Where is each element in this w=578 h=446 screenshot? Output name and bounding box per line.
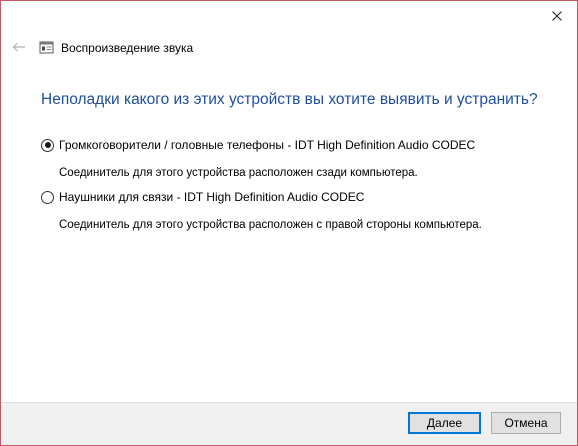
- back-arrow-icon: [12, 39, 26, 57]
- headset-label[interactable]: Наушники для связи - IDT High Definition…: [59, 190, 364, 204]
- header-bar: Воспроизведение звука: [1, 37, 577, 61]
- speakers-description: Соединитель для этого устройства располо…: [59, 167, 418, 179]
- device-option-headset[interactable]: Наушники для связи - IDT High Definition…: [41, 190, 364, 204]
- next-button[interactable]: Далее: [408, 412, 481, 434]
- window-title: Воспроизведение звука: [61, 41, 194, 55]
- question-heading: Неполадки какого из этих устройств вы хо…: [41, 91, 538, 108]
- device-option-speakers[interactable]: Громкоговорители / головные телефоны - I…: [41, 138, 475, 152]
- cancel-button[interactable]: Отмена: [491, 412, 561, 434]
- close-button[interactable]: [543, 5, 571, 29]
- troubleshooter-window: Воспроизведение звука Неполадки какого и…: [0, 0, 578, 446]
- speaker-troubleshooter-icon: [39, 41, 55, 55]
- headset-description: Соединитель для этого устройства располо…: [59, 219, 482, 231]
- back-button[interactable]: [11, 40, 27, 56]
- speakers-label[interactable]: Громкоговорители / головные телефоны - I…: [59, 138, 475, 152]
- close-icon: [552, 8, 562, 26]
- headset-radio[interactable]: [41, 190, 54, 204]
- button-footer: Далее Отмена: [1, 402, 577, 445]
- speakers-radio[interactable]: [41, 138, 54, 152]
